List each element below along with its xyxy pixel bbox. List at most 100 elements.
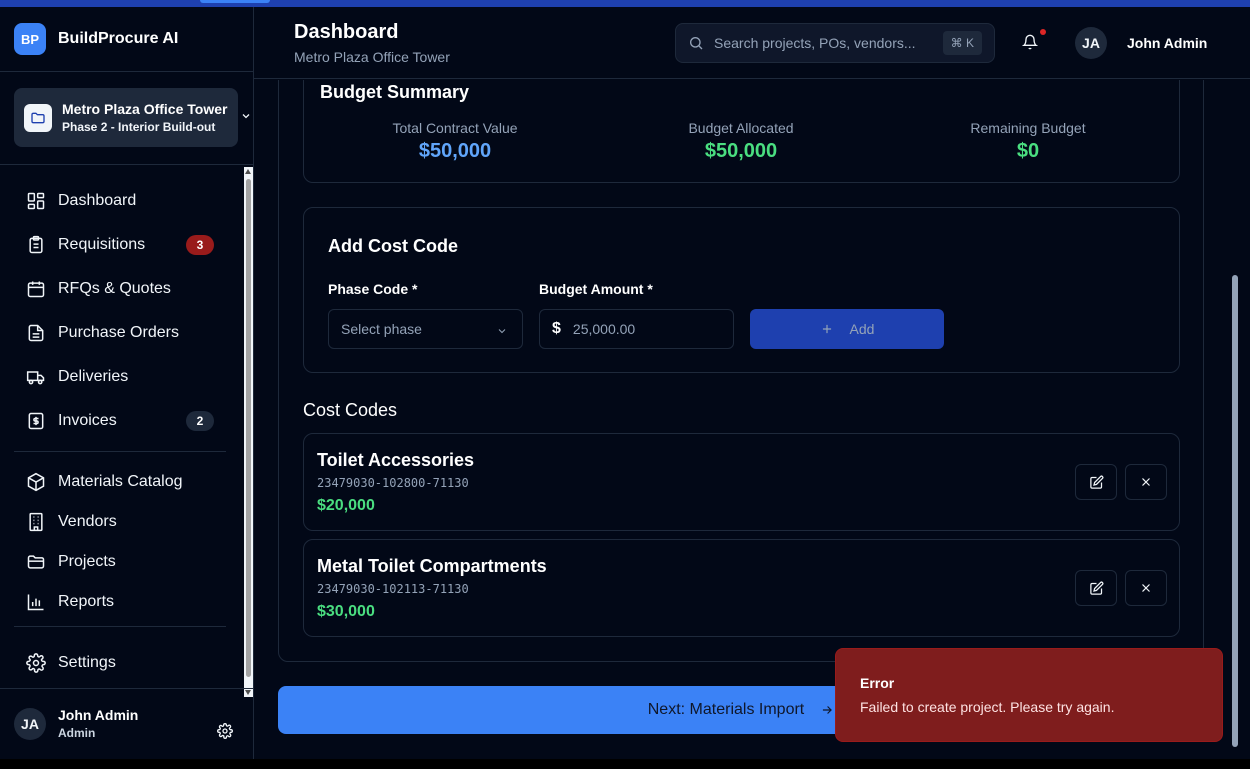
search-icon [690, 37, 703, 50]
nav-item-dashboard[interactable]: Dashboard [14, 183, 226, 219]
divider [0, 688, 253, 689]
main-scrollbar[interactable] [1230, 80, 1240, 759]
nav-label: Purchase Orders [58, 324, 179, 341]
page-subtitle: Metro Plaza Office Tower [294, 49, 450, 65]
nav-item-settings[interactable]: Settings [14, 645, 226, 681]
chevron-down-icon[interactable] [240, 110, 252, 122]
edit-icon [1089, 475, 1103, 489]
divider [0, 164, 253, 165]
nav-item-materials-catalog[interactable]: Materials Catalog [14, 464, 226, 500]
notification-dot [1040, 29, 1046, 35]
budget-allocated: Budget Allocated $50,000 [631, 120, 851, 163]
file-icon [28, 324, 44, 342]
total-contract-value: Total Contract Value $50,000 [345, 120, 565, 163]
currency-symbol: $ [552, 320, 561, 337]
nav-label: Projects [58, 553, 116, 570]
clipboard-icon [29, 235, 43, 254]
header-user-name[interactable]: John Admin [1127, 35, 1207, 51]
summary-label: Budget Allocated [688, 120, 794, 136]
remove-button[interactable] [1125, 570, 1167, 606]
nav-item-rfqs[interactable]: RFQs & Quotes [14, 271, 226, 307]
nav-label: Reports [58, 593, 115, 610]
truck-icon [26, 371, 45, 385]
scroll-up-arrow-icon[interactable] [245, 169, 251, 174]
cost-code-number: 23479030-102113-71130 [317, 582, 469, 596]
search-placeholder: Search projects, POs, vendors... [714, 35, 916, 51]
brand-name: BuildProcure AI [58, 30, 179, 47]
header-avatar[interactable]: JA [1075, 27, 1107, 59]
folder-open-icon [24, 103, 52, 132]
add-button-label: Add [849, 321, 875, 337]
bell-icon[interactable] [1022, 34, 1038, 50]
toast-message: Failed to create project. Please try aga… [860, 699, 1115, 715]
phase-code-select[interactable]: Select phase [328, 309, 523, 349]
nav-item-invoices[interactable]: Invoices 2 [14, 403, 226, 439]
chevron-down-icon [498, 329, 506, 334]
nav-label: Dashboard [58, 192, 137, 209]
top-header: Dashboard Metro Plaza Office Tower Searc… [254, 7, 1250, 79]
cost-code-amount: $20,000 [317, 497, 375, 514]
sidebar-scrollbar[interactable] [244, 167, 253, 697]
active-window-tab[interactable] [200, 0, 270, 3]
calendar-icon [27, 281, 45, 298]
divider [14, 451, 226, 452]
scroll-down-arrow-icon[interactable] [245, 690, 251, 695]
edit-button[interactable] [1075, 464, 1117, 500]
nav-label: Materials Catalog [58, 473, 183, 490]
edit-button[interactable] [1075, 570, 1117, 606]
nav-item-projects[interactable]: Projects [14, 544, 226, 580]
summary-label: Remaining Budget [970, 120, 1086, 136]
user-settings-gear-icon[interactable] [217, 723, 233, 739]
scrollbar-thumb[interactable] [1232, 275, 1238, 747]
nav-label: Deliveries [58, 368, 129, 385]
cost-code-amount: $30,000 [317, 603, 375, 620]
cost-code-item: Metal Toilet Compartments 23479030-10211… [303, 539, 1180, 637]
nav-item-purchase-orders[interactable]: Purchase Orders [14, 315, 226, 351]
budget-amount-field[interactable]: $ 25,000.00 [539, 309, 734, 349]
project-switcher[interactable]: Metro Plaza Office Tower Phase 2 - Inter… [14, 88, 238, 147]
divider [14, 626, 226, 627]
nav-item-reports[interactable]: Reports [14, 584, 226, 620]
project-name: Metro Plaza Office Tower [62, 101, 228, 117]
error-toast[interactable]: Error Failed to create project. Please t… [835, 648, 1223, 742]
plus-icon [822, 324, 831, 334]
divider [0, 71, 253, 72]
page-title: Dashboard [294, 21, 399, 43]
phase-code-label: Phase Code * [328, 281, 418, 297]
summary-value: $50,000 [704, 140, 778, 162]
requisitions-badge: 3 [186, 235, 214, 255]
amount-placeholder: 25,000.00 [572, 321, 636, 337]
nav-label: Requisitions [58, 236, 146, 253]
nav-label: Invoices [58, 412, 117, 429]
add-cost-code-title: Add Cost Code [328, 236, 458, 256]
brand[interactable]: BP BuildProcure AI [14, 23, 178, 55]
budget-summary-title: Budget Summary [320, 82, 470, 102]
remaining-budget: Remaining Budget $0 [918, 120, 1138, 163]
nav-item-deliveries[interactable]: Deliveries [14, 359, 226, 395]
nav-item-vendors[interactable]: Vendors [14, 504, 226, 540]
budget-amount-label: Budget Amount * [539, 281, 653, 297]
nav-label: RFQs & Quotes [58, 280, 171, 297]
window-top-strip [0, 0, 1250, 7]
avatar: JA [14, 707, 46, 740]
sidebar: BP BuildProcure AI Metro Plaza Office To… [0, 7, 254, 759]
add-cost-code-button[interactable]: Add [750, 309, 944, 349]
search-input[interactable]: Search projects, POs, vendors... ⌘ K [675, 23, 995, 63]
scrollbar-thumb[interactable] [246, 179, 251, 677]
box-icon [27, 472, 45, 492]
select-placeholder: Select phase [341, 321, 422, 337]
cost-code-item: Toilet Accessories 23479030-102800-71130… [303, 433, 1180, 531]
remove-button[interactable] [1125, 464, 1167, 500]
cost-codes-title: Cost Codes [303, 400, 398, 420]
brand-logo: BP [14, 23, 46, 55]
sidebar-user[interactable]: JA John Admin Admin [14, 707, 138, 740]
shortcut-hint: ⌘ K [942, 31, 982, 55]
window-bottom-edge [0, 759, 1250, 769]
close-icon [1142, 584, 1150, 592]
close-icon [1142, 478, 1150, 486]
summary-label: Total Contract Value [392, 120, 518, 136]
bar-chart-icon [27, 594, 44, 611]
toast-title: Error [860, 675, 895, 691]
nav-item-requisitions[interactable]: Requisitions 3 [14, 227, 226, 263]
nav-label: Settings [58, 654, 116, 671]
